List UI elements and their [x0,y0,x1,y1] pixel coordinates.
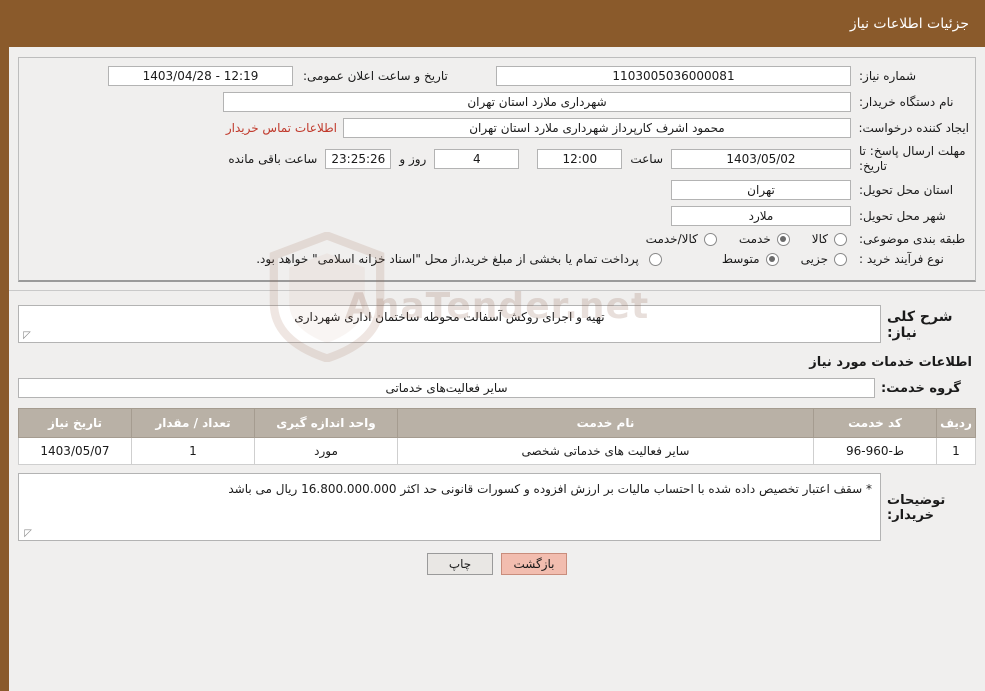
remaining-days-value: 4 [434,149,520,169]
action-buttons: بازگشت چاپ [18,553,976,575]
print-button[interactable]: چاپ [427,553,493,575]
row-process-type: نوع فرآیند خرید : جزیی متوسط پرداخت تمام… [25,252,969,266]
process-radio-0-label: جزیی [800,252,828,266]
page-header: جزئیات اطلاعات نیاز [9,0,985,47]
td-service-name: سایر فعالیت های خدماتی شخصی [397,437,814,465]
remaining-time-value: 23:25:26 [325,149,392,169]
public-announce-label: تاریخ و ساعت اعلان عمومی: [303,69,448,83]
province-value: تهران [671,180,851,200]
service-group-value: سایر فعالیت‌های خدماتی [18,378,875,398]
deadline-date-value: 1403/05/02 [671,149,851,169]
public-announce-value: 12:19 - 1403/04/28 [108,66,293,86]
table-row: 1 ط-960-96 سایر فعالیت های خدماتی شخصی م… [18,437,976,465]
deadline-time-value: 12:00 [537,149,623,169]
need-info-panel: شماره نیاز: 1103005036000081 تاریخ و ساع… [18,57,976,282]
city-value: ملارد [671,206,851,226]
buyer-contact-link[interactable]: اطلاعات تماس خریدار [220,121,343,135]
hour-label: ساعت [630,152,663,166]
category-radio-1-label: خدمت [738,232,771,246]
th-need-date: تاریخ نیاز [18,408,132,438]
buyer-notes-value: * سقف اعتبار تخصیص داده شده با احتساب ما… [228,482,872,496]
th-service-code: کد خدمت [813,408,937,438]
buyer-org-label: نام دستگاه خریدار: [859,95,954,109]
category-radio-2[interactable] [703,232,717,246]
creator-value: محمود اشرف کارپرداز شهرداری ملارد استان … [343,118,851,138]
resize-grip-icon[interactable]: ◸ [22,331,32,341]
buyer-notes-label: توضیحات خریدار: [887,493,946,523]
buyer-org-value: شهرداری ملارد استان تهران [223,92,851,112]
td-row-index: 1 [936,437,976,465]
province-label: استان محل تحویل: [859,183,954,197]
table-header-row: ردیف کد خدمت نام خدمت واحد اندازه گیری ت… [18,408,976,438]
process-radio-0[interactable] [834,252,847,266]
description-textarea[interactable]: تهیه و اجرای روکش آسفالت محوطه ساختمان ا… [18,305,881,343]
category-radio-group: کالا خدمت کالا/خدمت [632,232,851,246]
services-table: ردیف کد خدمت نام خدمت واحد اندازه گیری ت… [18,408,976,465]
row-province: استان محل تحویل: تهران [25,180,969,200]
process-label: نوع فرآیند خرید : [859,252,944,266]
city-label: شهر محل تحویل: [859,209,946,223]
need-number-value: 1103005036000081 [496,66,851,86]
row-service-group: گروه خدمت: سایر فعالیت‌های خدماتی [18,378,976,398]
service-group-label: گروه خدمت: [881,380,961,396]
th-unit: واحد اندازه گیری [254,408,398,438]
days-label: روز و [399,152,427,166]
th-quantity: تعداد / مقدار [131,408,255,438]
row-creator: ایجاد کننده درخواست: محمود اشرف کارپرداز… [25,118,969,138]
process-radio-group: جزیی متوسط [708,252,851,266]
td-service-code: ط-960-96 [813,437,937,465]
category-radio-1[interactable] [776,232,790,246]
creator-label: ایجاد کننده درخواست: [858,121,969,135]
category-radio-0-label: کالا [811,232,828,246]
category-label: طبقه بندی موضوعی: [859,232,966,246]
description-value: تهیه و اجرای روکش آسفالت محوطه ساختمان ا… [294,310,605,324]
remaining-label: ساعت باقی مانده [228,152,318,166]
td-unit: مورد [254,437,398,465]
th-row-index: ردیف [936,408,976,438]
row-category: طبقه بندی موضوعی: کالا خدمت کالا/خدمت [25,232,969,246]
category-radio-0[interactable] [834,232,847,246]
td-quantity: 1 [131,437,255,465]
details-section: شرح کلی نیاز: تهیه و اجرای روکش آسفالت م… [18,291,976,575]
deadline-label: مهلت ارسال پاسخ: تا تاریخ: [859,144,966,173]
process-note: پرداخت تمام یا بخشی از مبلغ خرید،از محل … [256,252,639,266]
row-need-number: شماره نیاز: 1103005036000081 تاریخ و ساع… [25,66,969,86]
services-section-title: اطلاعات خدمات مورد نیاز [809,355,972,370]
process-radio-1[interactable] [765,252,779,266]
row-city: شهر محل تحویل: ملارد [25,206,969,226]
need-number-label: شماره نیاز: [859,69,916,83]
back-button[interactable]: بازگشت [501,553,567,575]
buyer-notes-box[interactable]: * سقف اعتبار تخصیص داده شده با احتساب ما… [18,473,881,541]
resize-grip-icon-notes[interactable]: ◸ [22,529,32,539]
row-description: شرح کلی نیاز: تهیه و اجرای روکش آسفالت م… [18,305,976,343]
row-buyer-notes: توضیحات خریدار: * سقف اعتبار تخصیص داده … [18,473,976,541]
page-title: جزئیات اطلاعات نیاز [849,15,969,32]
description-label: شرح کلی نیاز: [887,309,953,341]
th-service-name: نام خدمت [397,408,814,438]
row-deadline: مهلت ارسال پاسخ: تا تاریخ: 1403/05/02 سا… [25,144,969,174]
category-radio-2-label: کالا/خدمت [645,232,698,246]
process-radio-1-label: متوسط [721,252,760,266]
page-root: جزئیات اطلاعات نیاز AnaTender.net شماره … [0,0,985,691]
treasury-checkbox[interactable] [648,252,662,266]
row-buyer-org: نام دستگاه خریدار: شهرداری ملارد استان ت… [25,92,969,112]
td-need-date: 1403/05/07 [18,437,132,465]
